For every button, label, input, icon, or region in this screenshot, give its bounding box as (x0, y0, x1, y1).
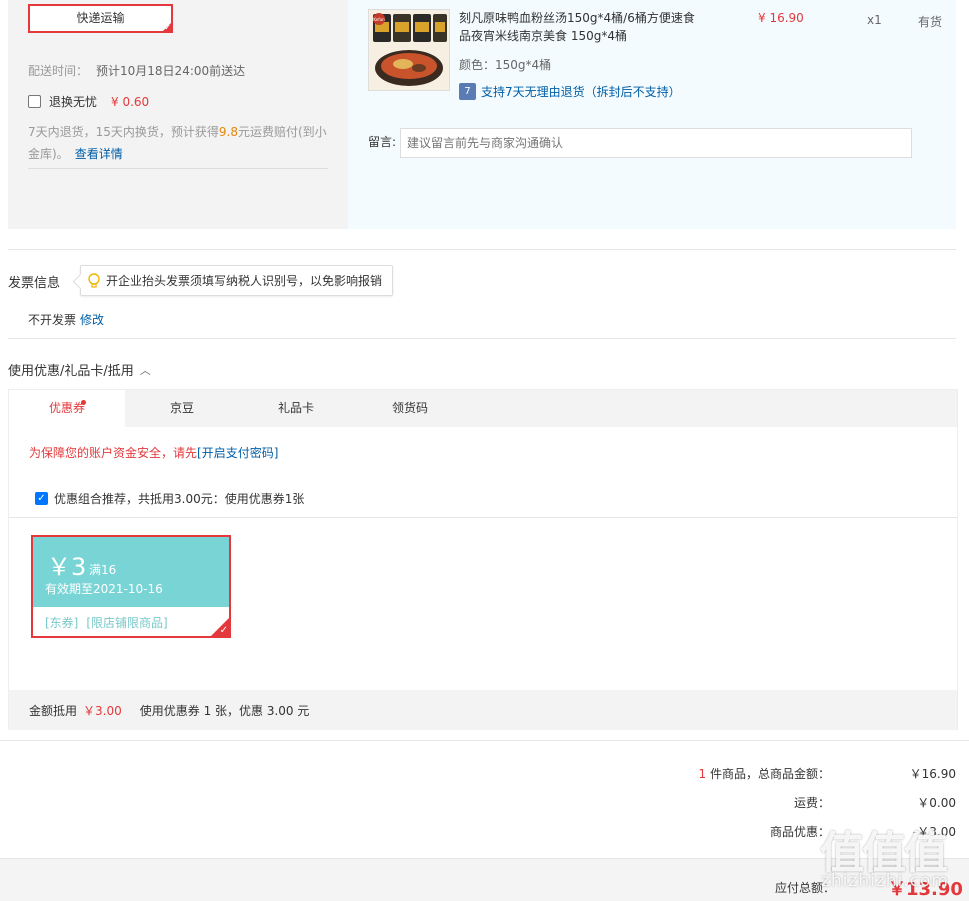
shipping-options: 快递运输 ✓ 配送时间： 预计10月18日24:00前送达 退换无忧 ¥ 0.60… (8, 0, 340, 229)
delivery-label: 配送时间： (28, 64, 89, 78)
items-label: 1 件商品，总商品金额： (699, 765, 830, 782)
summary-desc: 使用优惠券 1 张，优惠 3.00 元 (139, 703, 310, 718)
total-items-row: 1 件商品，总商品金额： ￥16.90 (699, 765, 956, 782)
payable-bar: 应付总额： ￥13.90 (0, 858, 969, 901)
shipping-method-label: 快递运输 (76, 11, 125, 25)
coupon-amount: ￥3 (47, 553, 87, 581)
summary-amount: ￥3.00 (83, 703, 122, 718)
coupon-tabs: 优惠券 京豆 礼品卡 领货码 (9, 390, 957, 427)
coupon-tag: [东券] (45, 616, 79, 630)
lightbulb-icon (88, 272, 100, 288)
delivery-value: 预计10月18日24:00前送达 (96, 64, 246, 78)
refund-checkbox[interactable] (28, 95, 41, 108)
divider (0, 740, 969, 741)
items-label-text: 件商品，总商品金额： (709, 767, 830, 781)
invoice-value: 不开发票 修改 (28, 311, 104, 328)
message-input[interactable] (400, 128, 912, 158)
check-icon: ✓ (164, 23, 171, 32)
discount-row: 商品优惠： -￥3.00 (770, 823, 956, 840)
shipping-block: 快递运输 ✓ 配送时间： 预计10月18日24:00前送达 退换无忧 ¥ 0.60… (8, 0, 956, 229)
divider (8, 249, 956, 250)
payable-value: ￥13.90 (888, 879, 963, 900)
return-policy-text: 支持7天无理由退货（拆封后不支持） (481, 85, 681, 99)
shipping-method-button[interactable]: 快递运输 ✓ (28, 4, 173, 33)
coupon-condition: 满16 (89, 563, 117, 577)
payable-label: 应付总额： (775, 881, 836, 895)
combo-text: 优惠组合推荐，共抵用3.00元：使用优惠券1张 (54, 492, 305, 506)
tab-label: 优惠券 (48, 401, 85, 415)
coupon-section-title: 使用优惠/礼品卡/抵用 (8, 364, 134, 379)
invoice-edit-link[interactable]: 修改 (80, 313, 104, 327)
coupon-tags: [东券] [限店铺限商品] (45, 614, 168, 631)
product-color: 颜色：150g*4桶 (459, 58, 552, 72)
coupon-section-toggle[interactable]: 使用优惠/礼品卡/抵用 ︿ (8, 360, 151, 380)
tab-label: 领货码 (391, 401, 428, 415)
security-warning-text: 为保障您的账户资金安全，请先 (29, 446, 198, 460)
coupon-panel: 优惠券 京豆 礼品卡 领货码 为保障您的账户资金安全，请先[开启支付密码] ✓ … (8, 389, 958, 730)
shipping-fee-label: 运费： (793, 796, 830, 810)
invoice-title: 发票信息 (8, 276, 61, 291)
tab-label: 礼品卡 (277, 401, 314, 415)
return-7day-icon: 7 (459, 83, 476, 100)
discount-label: 商品优惠： (769, 825, 830, 839)
refund-desc-amount: 9.8 (218, 125, 238, 139)
coupon-card-header: ￥3 满16 有效期至2021-10-16 (33, 537, 229, 607)
chevron-up-icon: ︿ (139, 363, 151, 377)
enable-pay-password-link[interactable]: [开启支付密码] (197, 446, 278, 460)
divider (9, 517, 957, 518)
invoice-value-text: 不开发票 (28, 313, 77, 327)
product-price: ¥ 16.90 (758, 11, 804, 25)
discount-value: -￥3.00 (912, 825, 956, 839)
security-warning: 为保障您的账户资金安全，请先[开启支付密码] (29, 444, 278, 461)
notification-dot-icon (81, 400, 86, 405)
product-stock: 有货 (918, 15, 943, 29)
check-icon: ✓ (219, 625, 228, 636)
coupon-tag: [限店铺限商品] (86, 616, 168, 630)
refund-description: 7天内退货，15天内换货，预计获得9.8元运费赔付(到小金库)。 查看详情 (28, 121, 328, 165)
items-count: 1 (698, 767, 707, 781)
invoice-tip-text: 开企业抬头发票须填写纳税人识别号，以免影响报销 (106, 274, 383, 288)
divider (28, 168, 328, 169)
refund-option-label: 退换无忧 (49, 95, 98, 109)
summary-label: 金额抵用 (29, 703, 78, 718)
product-quantity: x1 (867, 13, 882, 27)
delivery-time: 配送时间： 预计10月18日24:00前送达 (28, 62, 245, 79)
tab-gift-card[interactable]: 礼品卡 (239, 390, 353, 427)
tab-redeem-code[interactable]: 领货码 (353, 390, 467, 427)
discount-summary: 金额抵用 ￥3.00 使用优惠券 1 张，优惠 3.00 元 (9, 690, 957, 730)
tab-coupons[interactable]: 优惠券 (9, 390, 125, 427)
refund-desc-text: 7天内退货，15天内换货，预计获得 (28, 125, 219, 139)
product-image[interactable]: Kefan (368, 9, 450, 91)
refund-option-price: ¥ 0.60 (111, 94, 150, 109)
combo-checkbox[interactable]: ✓ (35, 492, 48, 505)
product-panel: Kefan 刻凡原味鸭血粉丝汤150g*4桶/6桶方便速食品夜宵米线南京美食 1… (348, 0, 956, 229)
tab-label: 京豆 (169, 401, 194, 415)
product-name[interactable]: 刻凡原味鸭血粉丝汤150g*4桶/6桶方便速食品夜宵米线南京美食 150g*4桶 (459, 9, 704, 45)
refund-detail-link[interactable]: 查看详情 (75, 147, 123, 161)
message-label: 留言: (368, 135, 397, 149)
product-logo-text: Kefan (373, 17, 385, 22)
shipping-fee-value: ￥0.00 (917, 796, 956, 810)
coupon-card[interactable]: ￥3 满16 有效期至2021-10-16 [东券] [限店铺限商品] ✓ (31, 535, 231, 638)
divider (8, 338, 956, 339)
invoice-tip: 开企业抬头发票须填写纳税人识别号，以免影响报销 (80, 265, 394, 296)
product-thumbnail-icon: Kefan (369, 10, 449, 90)
return-policy[interactable]: 7 支持7天无理由退货（拆封后不支持） (459, 83, 681, 100)
tab-jingdou[interactable]: 京豆 (125, 390, 239, 427)
shipping-fee-row: 运费： ￥0.00 (794, 794, 956, 811)
combo-recommendation: ✓ 优惠组合推荐，共抵用3.00元：使用优惠券1张 (35, 490, 304, 507)
refund-option: 退换无忧 ¥ 0.60 (28, 93, 149, 110)
items-value: ￥16.90 (909, 767, 956, 781)
coupon-validity: 有效期至2021-10-16 (45, 582, 163, 596)
